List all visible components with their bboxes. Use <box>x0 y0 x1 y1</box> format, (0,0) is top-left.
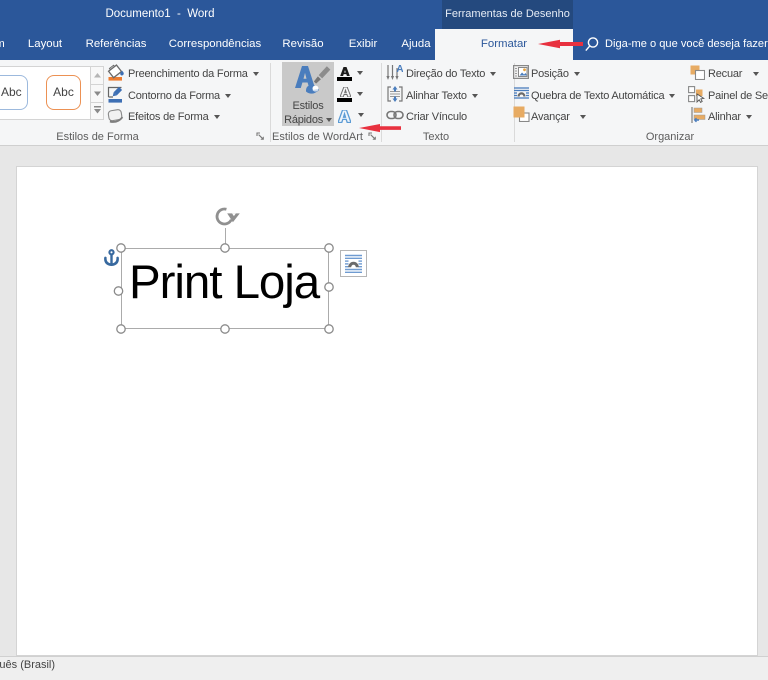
svg-text:A: A <box>396 64 403 75</box>
